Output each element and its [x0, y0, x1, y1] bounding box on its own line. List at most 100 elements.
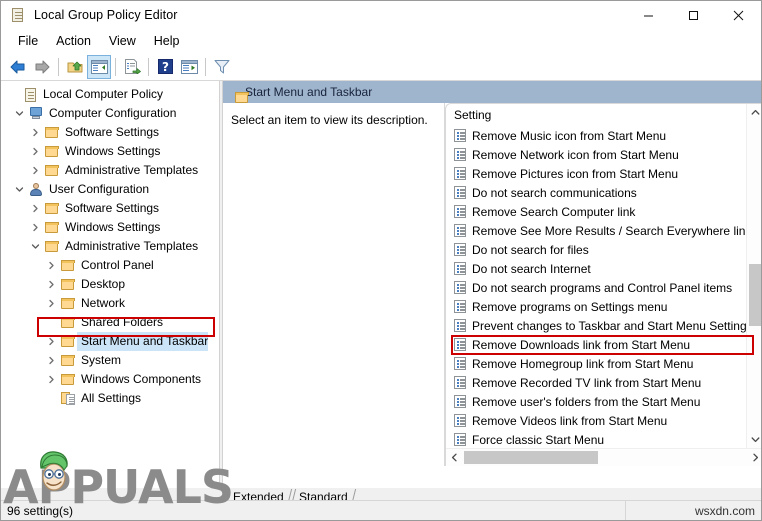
list-item[interactable]: Remove See More Results / Search Everywh… — [446, 221, 761, 240]
list-item-label: Remove See More Results / Search Everywh… — [472, 223, 752, 238]
tree-item-administrative-templates-user[interactable]: Administrative Templates — [1, 237, 219, 256]
tree-item-administrative-templates-computer[interactable]: Administrative Templates — [1, 161, 219, 180]
list-item-label: Prevent changes to Taskbar and Start Men… — [472, 318, 753, 333]
up-one-level-icon[interactable] — [63, 55, 87, 79]
list-horizontal-scrollbar[interactable] — [446, 448, 761, 466]
all-settings-icon — [59, 392, 77, 405]
tree-item-windows-settings-computer[interactable]: Windows Settings — [1, 142, 219, 161]
policy-setting-icon — [454, 357, 467, 370]
tree-item-windows-settings-user[interactable]: Windows Settings — [1, 218, 219, 237]
chevron-down-icon[interactable] — [11, 185, 27, 194]
tree-item-software-settings-user[interactable]: Software Settings — [1, 199, 219, 218]
results-pane-header: Start Menu and Taskbar — [223, 81, 761, 103]
scroll-thumb-vertical[interactable] — [749, 264, 761, 326]
column-header-setting[interactable]: Setting — [446, 104, 761, 126]
list-item[interactable]: Remove Pictures icon from Start Menu — [446, 164, 761, 183]
list-item[interactable]: Remove Search Computer link — [446, 202, 761, 221]
list-item[interactable]: Remove user's folders from the Start Men… — [446, 392, 761, 411]
folder-icon — [59, 278, 77, 291]
list-item[interactable]: Force classic Start Menu — [446, 430, 761, 449]
tree-item-system[interactable]: System — [1, 351, 219, 370]
list-item[interactable]: Remove Videos link from Start Menu — [446, 411, 761, 430]
scroll-thumb-horizontal[interactable] — [464, 451, 598, 464]
tree-item-network[interactable]: Network — [1, 294, 219, 313]
tree-item-all-settings[interactable]: All Settings — [1, 389, 219, 408]
list-item[interactable]: Do not search Internet — [446, 259, 761, 278]
chevron-right-icon[interactable] — [43, 280, 59, 289]
folder-icon — [43, 164, 61, 177]
policy-setting-icon — [454, 205, 467, 218]
console-tree-pane: Local Computer Policy Computer Configura… — [1, 81, 219, 488]
close-button[interactable] — [716, 1, 761, 29]
list-vertical-scrollbar[interactable] — [746, 104, 761, 448]
chevron-right-icon[interactable] — [27, 223, 43, 232]
scroll-left-icon[interactable] — [446, 449, 463, 466]
chevron-right-icon[interactable] — [43, 337, 59, 346]
properties-icon[interactable] — [177, 55, 201, 79]
description-text: Select an item to view its description. — [231, 113, 428, 127]
show-hide-console-tree-icon[interactable] — [87, 54, 111, 79]
tree-item-start-menu-and-taskbar[interactable]: Start Menu and Taskbar — [1, 332, 219, 351]
chevron-down-icon[interactable] — [11, 109, 27, 118]
chevron-right-icon[interactable] — [43, 356, 59, 365]
policy-setting-icon — [454, 186, 467, 199]
back-arrow-icon[interactable] — [6, 55, 30, 79]
tree-item-local-computer-policy[interactable]: Local Computer Policy — [1, 85, 219, 104]
chevron-right-icon[interactable] — [43, 299, 59, 308]
menu-help[interactable]: Help — [145, 31, 189, 51]
policy-setting-icon — [454, 281, 467, 294]
policy-setting-icon — [454, 433, 467, 446]
list-item[interactable]: Remove Downloads link from Start Menu — [446, 335, 761, 354]
list-item-label: Remove Music icon from Start Menu — [472, 128, 667, 143]
filter-icon[interactable] — [210, 55, 234, 79]
minimize-button[interactable] — [626, 1, 671, 29]
tree-item-shared-folders[interactable]: Shared Folders — [1, 313, 219, 332]
chevron-down-icon[interactable] — [27, 242, 43, 251]
list-item[interactable]: Do not search for files — [446, 240, 761, 259]
tree-item-label: All Settings — [81, 391, 142, 405]
list-item-prevent-changes[interactable]: Prevent changes to Taskbar and Start Men… — [446, 316, 761, 335]
window-controls — [626, 1, 761, 29]
list-item[interactable]: Do not search communications — [446, 183, 761, 202]
tree-item-control-panel[interactable]: Control Panel — [1, 256, 219, 275]
tree-item-label: Local Computer Policy — [43, 87, 164, 101]
menu-action[interactable]: Action — [47, 31, 100, 51]
list-item[interactable]: Remove Network icon from Start Menu — [446, 145, 761, 164]
export-list-icon[interactable] — [120, 55, 144, 79]
tree-item-label: Desktop — [81, 277, 126, 291]
main-content: Local Computer Policy Computer Configura… — [1, 81, 761, 488]
list-item[interactable]: Do not search programs and Control Panel… — [446, 278, 761, 297]
window-title: Local Group Policy Editor — [34, 8, 178, 22]
tree-item-user-configuration[interactable]: User Configuration — [1, 180, 219, 199]
tree-item-desktop[interactable]: Desktop — [1, 275, 219, 294]
list-item-label: Remove Recorded TV link from Start Menu — [472, 375, 702, 390]
tree-item-computer-configuration[interactable]: Computer Configuration — [1, 104, 219, 123]
scroll-down-icon[interactable] — [747, 431, 761, 448]
help-icon[interactable]: ? — [153, 55, 177, 79]
chevron-right-icon[interactable] — [27, 147, 43, 156]
chevron-right-icon[interactable] — [43, 375, 59, 384]
folder-icon — [43, 240, 61, 253]
list-item[interactable]: Remove Homegroup link from Start Menu — [446, 354, 761, 373]
menu-view[interactable]: View — [100, 31, 145, 51]
status-bar: 96 setting(s) wsxdn.com — [1, 500, 761, 520]
list-item[interactable]: Remove programs on Settings menu — [446, 297, 761, 316]
maximize-button[interactable] — [671, 1, 716, 29]
svg-text:?: ? — [162, 60, 169, 74]
scroll-right-icon[interactable] — [747, 449, 761, 466]
chevron-right-icon[interactable] — [27, 204, 43, 213]
chevron-right-icon[interactable] — [43, 261, 59, 270]
forward-arrow-icon[interactable] — [30, 55, 54, 79]
tree-item-windows-components[interactable]: Windows Components — [1, 370, 219, 389]
chevron-right-icon[interactable] — [27, 166, 43, 175]
scroll-up-icon[interactable] — [747, 104, 761, 121]
status-setting-count: 96 setting(s) — [7, 503, 74, 518]
list-item[interactable]: Remove Music icon from Start Menu — [446, 126, 761, 145]
tree-item-label: Computer Configuration — [49, 106, 177, 120]
list-item[interactable]: Remove Recorded TV link from Start Menu — [446, 373, 761, 392]
tree-item-software-settings-computer[interactable]: Software Settings — [1, 123, 219, 142]
menu-file[interactable]: File — [9, 31, 47, 51]
tree-item-label: Windows Settings — [65, 220, 161, 234]
tree-item-label: Administrative Templates — [65, 163, 199, 177]
chevron-right-icon[interactable] — [27, 128, 43, 137]
